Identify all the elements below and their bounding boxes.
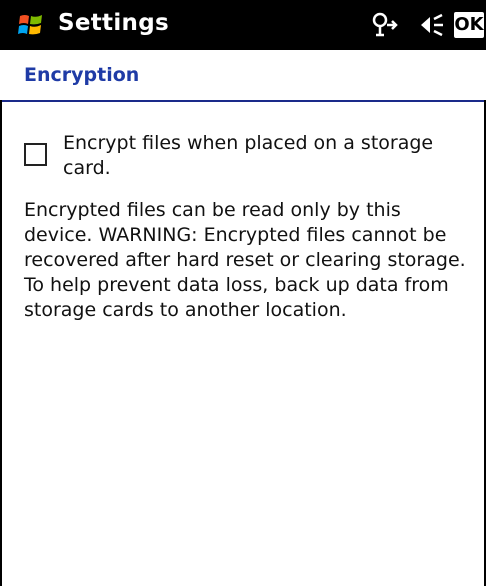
left-border <box>0 100 2 586</box>
speaker-icon[interactable] <box>418 12 444 38</box>
title-bar: Settings OK <box>0 0 486 50</box>
app-title: Settings <box>58 10 169 36</box>
encrypt-checkbox[interactable] <box>24 143 47 166</box>
ok-button[interactable]: OK <box>454 12 484 38</box>
connectivity-icon[interactable] <box>368 11 402 39</box>
description-text: Encrypted files can be read only by this… <box>24 199 466 321</box>
windows-flag-icon[interactable] <box>16 13 46 37</box>
page-header: Encryption <box>0 50 486 102</box>
encrypt-checkbox-label[interactable]: Encrypt files when placed on a storage c… <box>63 131 458 181</box>
page-title: Encryption <box>24 64 140 86</box>
